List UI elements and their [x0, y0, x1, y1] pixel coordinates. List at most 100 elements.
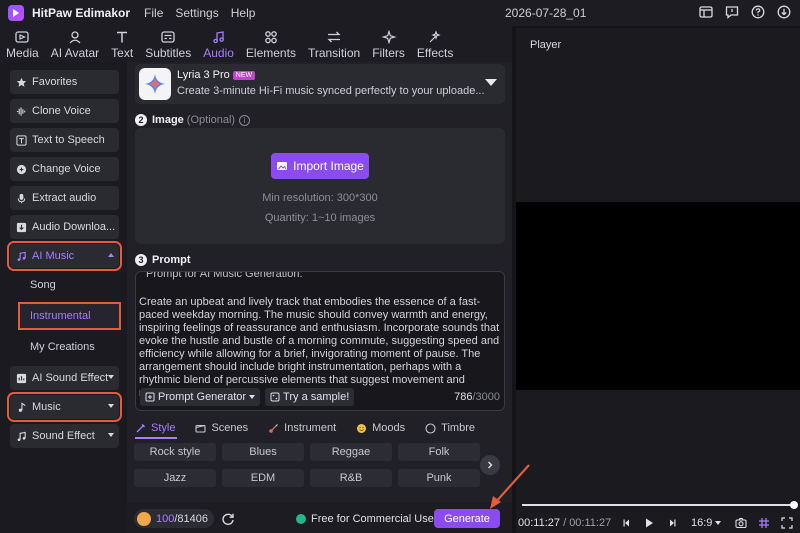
snapshot-button[interactable] — [735, 517, 747, 529]
timbre-icon — [425, 422, 436, 434]
model-logo-icon — [139, 68, 171, 100]
image-upload-area[interactable]: Import Image Min resolution: 300*300 Qua… — [135, 128, 505, 244]
import-image-button[interactable]: Import Image — [271, 153, 369, 179]
tab-ai-avatar[interactable]: AI Avatar — [45, 26, 105, 62]
menu-bar: File Settings Help — [144, 6, 255, 20]
time-readout: 00:11:27 / 00:11:27 — [518, 517, 611, 529]
dropdown-caret-icon — [715, 521, 722, 525]
next-frame-button[interactable] — [666, 517, 678, 529]
prompt-generator-button[interactable]: Prompt Generator — [140, 388, 261, 406]
optional-label: (Optional) — [186, 114, 236, 126]
info-icon[interactable]: i — [239, 114, 251, 126]
player-panel: Player 00:11:27 / 00:11:27 16:9 — [516, 28, 800, 533]
credits-counter[interactable]: 100/81406 — [134, 509, 214, 528]
download-icon — [16, 222, 27, 232]
sidebar-item-change-voice[interactable]: Change Voice — [10, 157, 119, 181]
app-title: HitPaw Edimakor — [32, 6, 131, 20]
feedback-icon[interactable] — [724, 4, 740, 20]
generate-bar: 100/81406 Free for Commercial Use Genera… — [127, 502, 512, 533]
prompt-textarea[interactable]: Prompt for AI Music Generation: Create a… — [135, 271, 505, 411]
tab-audio[interactable]: Audio — [197, 26, 240, 62]
char-counter: 786/3000 — [454, 391, 500, 403]
model-selector[interactable]: Lyria 3 Pro NEW Create 3-minute Hi-Fi mus… — [135, 64, 505, 104]
playback-timeline[interactable] — [522, 501, 798, 509]
player-title: Player — [530, 39, 562, 51]
fullscreen-button[interactable] — [781, 517, 793, 529]
expand-caret-icon — [108, 375, 114, 379]
moods-icon — [357, 423, 367, 433]
app-logo-icon — [8, 5, 24, 21]
download-circle-icon[interactable] — [776, 4, 792, 20]
genre-chip[interactable]: R&B — [310, 469, 392, 487]
prev-frame-button[interactable] — [621, 517, 633, 529]
sidebar-sub-my-creations[interactable]: My Creations — [20, 335, 119, 359]
sidebar-item-ai-sound-effect[interactable]: AI Sound Effect — [10, 366, 119, 390]
fullscreen-icon — [781, 517, 793, 529]
tab-subtitles[interactable]: Subtitles — [139, 26, 197, 62]
video-preview[interactable] — [516, 202, 800, 390]
generate-button[interactable]: Generate — [434, 509, 500, 528]
style-tab-style[interactable]: Style — [135, 419, 175, 437]
aspect-ratio-select[interactable]: 16:9 — [691, 517, 722, 529]
genre-chip[interactable]: Punk — [398, 469, 480, 487]
sidebar-item-sound-effect[interactable]: Sound Effect — [10, 424, 119, 448]
microphone-icon — [17, 193, 26, 203]
style-tab-moods[interactable]: Moods — [356, 419, 405, 437]
tab-elements[interactable]: Elements — [240, 26, 302, 62]
tab-transition[interactable]: Transition — [302, 26, 366, 62]
refresh-icon[interactable] — [221, 512, 235, 526]
ai-sound-icon — [16, 373, 27, 383]
style-tab-timbre[interactable]: Timbre — [425, 419, 475, 437]
menu-help[interactable]: Help — [231, 6, 256, 20]
style-tab-instrument[interactable]: Instrument — [268, 419, 336, 437]
genre-chip[interactable]: Folk — [398, 443, 480, 461]
layout-icon[interactable] — [698, 4, 714, 20]
prompt-heading: Prompt for AI Music Generation: — [146, 271, 303, 280]
next-frame-icon — [670, 519, 676, 527]
play-button[interactable] — [643, 517, 655, 529]
active-tab-indicator — [135, 437, 177, 439]
playhead-handle[interactable] — [790, 501, 798, 509]
expand-caret-icon — [108, 404, 114, 408]
sidebar-item-text-to-speech[interactable]: Text to Speech — [10, 128, 119, 152]
dropdown-arrow-icon[interactable] — [485, 79, 497, 86]
elements-icon — [265, 31, 277, 44]
sidebar-item-favorites[interactable]: Favorites — [10, 70, 119, 94]
genre-chip[interactable]: Reggae — [310, 443, 392, 461]
audio-sidebar: Favorites Clone Voice Text to Speech Cha… — [0, 62, 127, 533]
collapse-caret-icon — [108, 253, 114, 257]
prompt-toolbar: Prompt Generator Try a sample! — [140, 388, 502, 406]
tab-text[interactable]: Text — [105, 26, 139, 62]
next-page-button[interactable] — [480, 455, 500, 475]
help-circle-icon[interactable] — [750, 4, 766, 20]
total-time: / 00:11:27 — [563, 517, 612, 529]
sidebar-item-ai-music[interactable]: AI Music — [7, 241, 122, 271]
ai-avatar-icon — [69, 31, 81, 44]
play-icon — [646, 518, 653, 528]
sidebar-item-music[interactable]: Music — [7, 392, 122, 422]
tab-filters[interactable]: Filters — [366, 26, 411, 62]
sidebar-item-clone-voice[interactable]: Clone Voice — [10, 99, 119, 123]
effects-icon — [429, 30, 441, 43]
genre-chip[interactable]: Rock style — [134, 443, 216, 461]
model-name: Lyria 3 Pro — [177, 69, 230, 81]
genre-chip[interactable]: Jazz — [134, 469, 216, 487]
menu-file[interactable]: File — [144, 6, 163, 20]
tab-media[interactable]: Media — [0, 26, 45, 62]
subtitles-icon — [161, 31, 175, 43]
genre-chip[interactable]: EDM — [222, 469, 304, 487]
image-section-title: 2 Image (Optional) i — [135, 114, 251, 126]
prompt-text[interactable]: Create an upbeat and lively track that e… — [139, 296, 501, 400]
menu-settings[interactable]: Settings — [175, 6, 218, 20]
try-sample-button[interactable]: Try a sample! — [265, 388, 355, 406]
grid-toggle-button[interactable] — [758, 517, 770, 529]
model-description: Create 3-minute Hi-Fi music synced perfe… — [177, 85, 485, 97]
main-tabs: Media AI Avatar Text Subtitles Audio Ele… — [0, 26, 512, 62]
sidebar-item-extract-audio[interactable]: Extract audio — [10, 186, 119, 210]
sidebar-sub-song[interactable]: Song — [20, 273, 119, 297]
sidebar-sub-instrumental[interactable]: Instrumental — [18, 302, 121, 330]
style-tab-scenes[interactable]: Scenes — [195, 419, 248, 437]
genre-chip[interactable]: Blues — [222, 443, 304, 461]
tab-effects[interactable]: Effects — [411, 26, 459, 62]
sidebar-item-audio-download[interactable]: Audio Downloa... — [10, 215, 119, 239]
